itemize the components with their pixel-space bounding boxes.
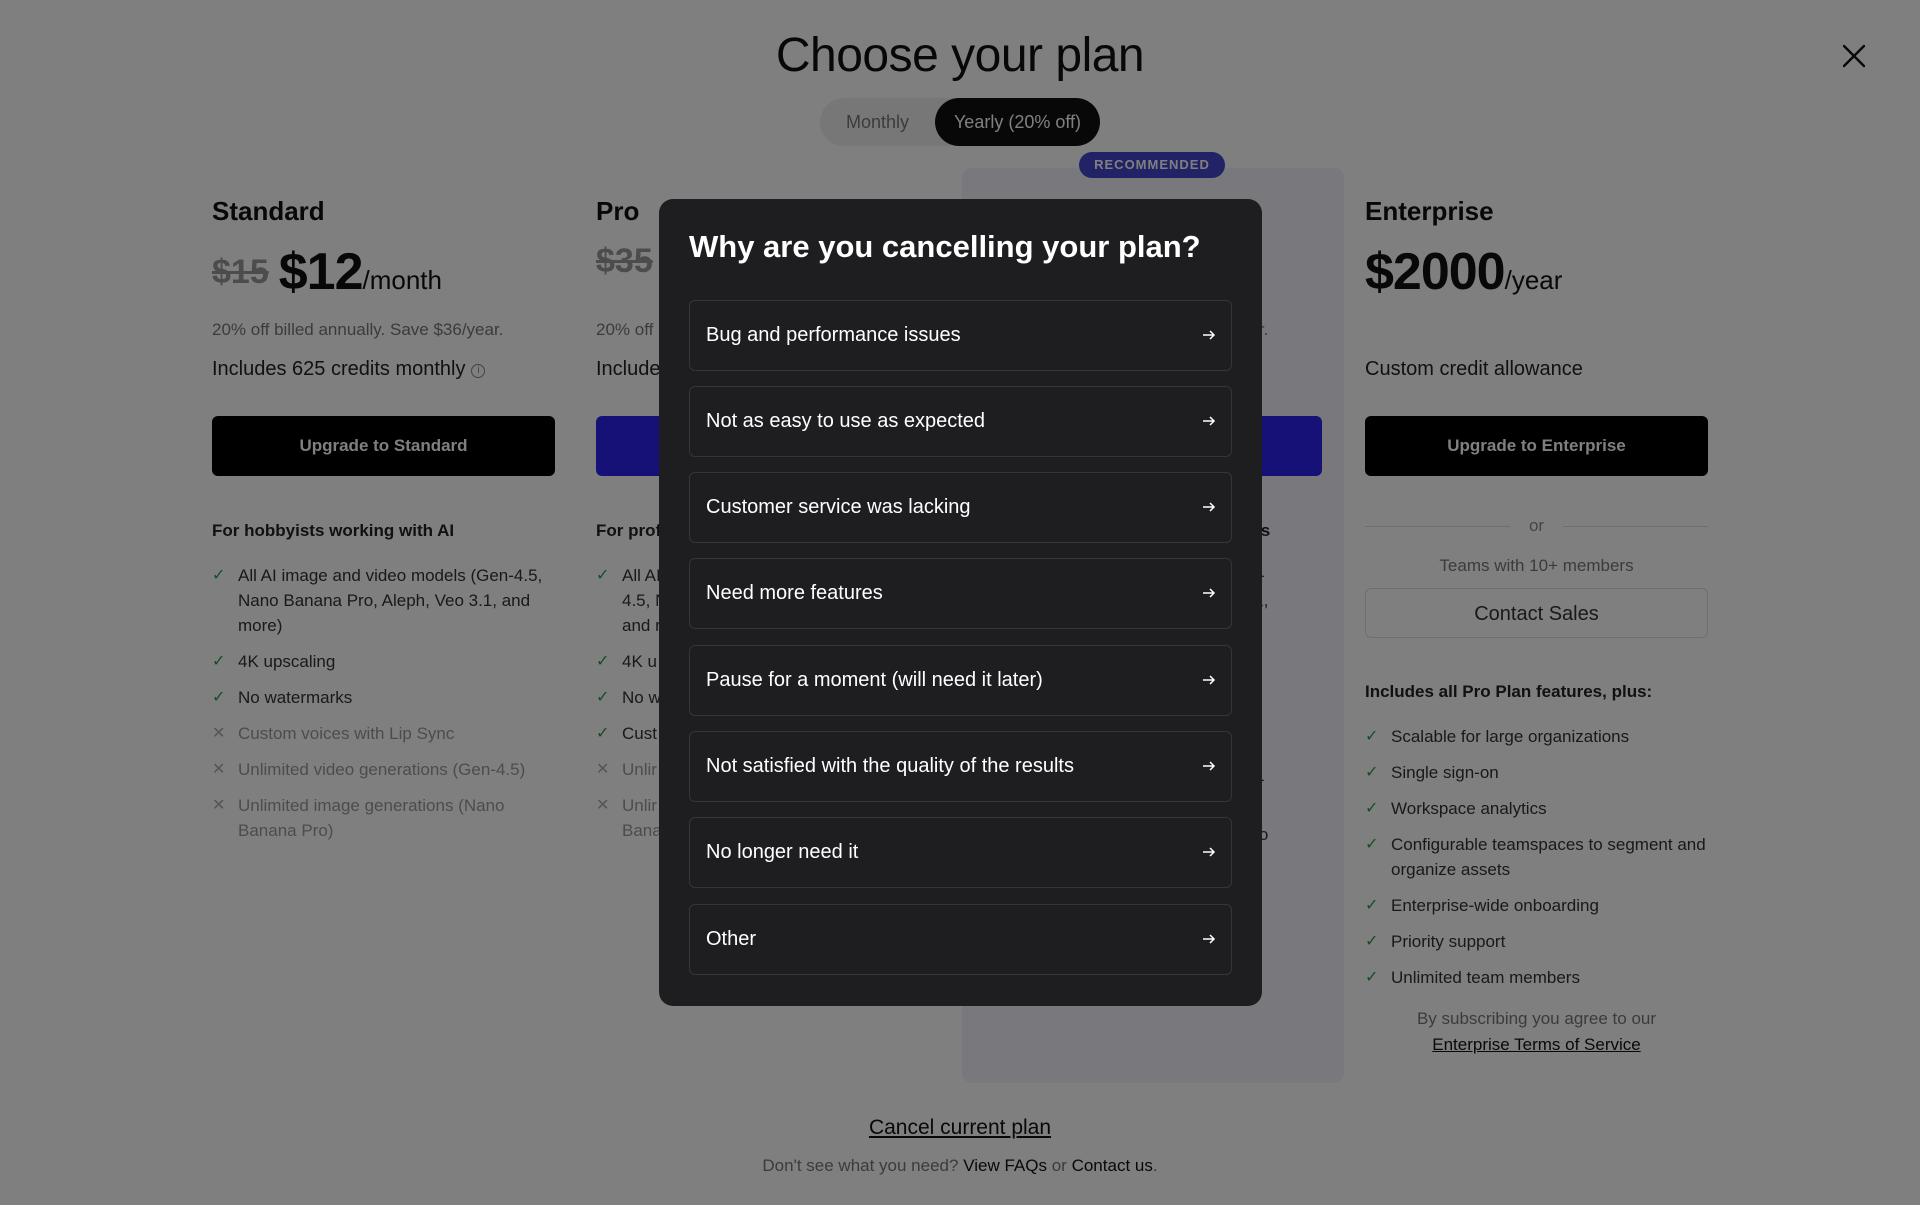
arrow-right-icon bbox=[1203, 330, 1216, 340]
arrow-right-icon bbox=[1203, 588, 1216, 598]
arrow-right-icon bbox=[1203, 416, 1216, 426]
reason-option[interactable]: No longer need it bbox=[689, 817, 1232, 888]
reason-option[interactable]: Need more features bbox=[689, 558, 1232, 629]
arrow-right-icon bbox=[1203, 502, 1216, 512]
arrow-right-icon bbox=[1203, 847, 1216, 857]
reason-option[interactable]: Bug and performance issues bbox=[689, 300, 1232, 371]
reason-option[interactable]: Not satisfied with the quality of the re… bbox=[689, 731, 1232, 802]
modal-title: Why are you cancelling your plan? bbox=[689, 229, 1201, 264]
reason-option[interactable]: Other bbox=[689, 904, 1232, 975]
reason-option[interactable]: Customer service was lacking bbox=[689, 472, 1232, 543]
reason-option[interactable]: Not as easy to use as expected bbox=[689, 386, 1232, 457]
arrow-right-icon bbox=[1203, 934, 1216, 944]
cancel-reason-modal: Why are you cancelling your plan? Bug an… bbox=[659, 199, 1262, 1006]
reason-option[interactable]: Pause for a moment (will need it later) bbox=[689, 645, 1232, 716]
arrow-right-icon bbox=[1203, 761, 1216, 771]
arrow-right-icon bbox=[1203, 675, 1216, 685]
